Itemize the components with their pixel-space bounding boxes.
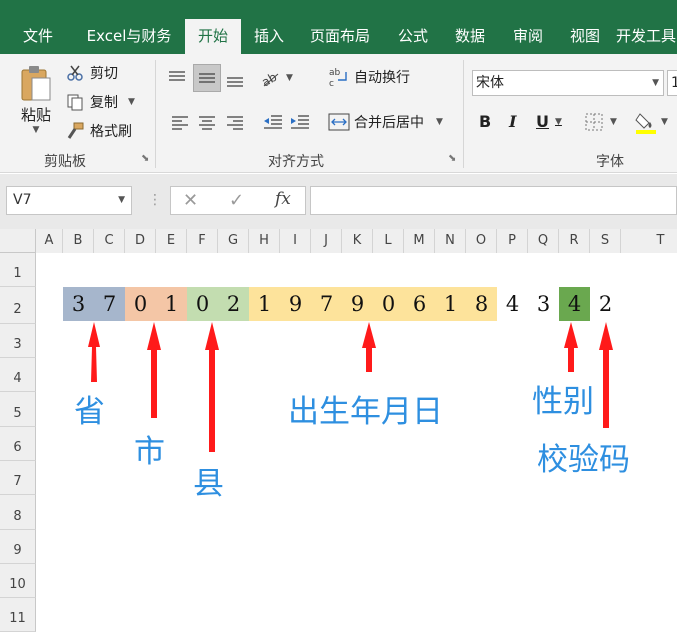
arrow-birthdate <box>362 322 376 372</box>
arrow-province <box>88 322 100 382</box>
arrow-gender <box>564 322 578 372</box>
annotation-arrows <box>88 322 613 452</box>
arrow-check-digit <box>599 322 613 428</box>
arrow-city <box>147 322 161 418</box>
arrow-county <box>205 322 219 452</box>
